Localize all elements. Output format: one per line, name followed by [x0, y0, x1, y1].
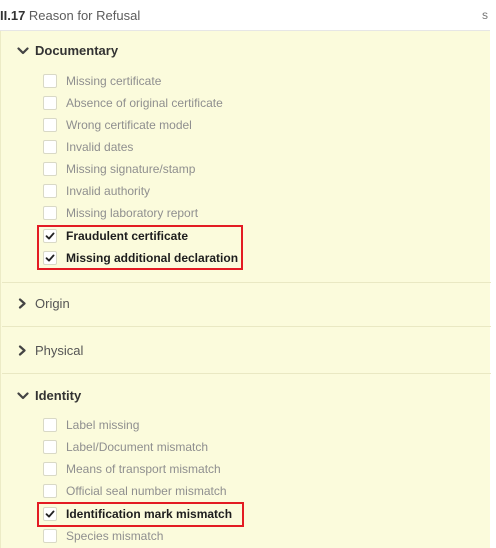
checkbox-label: Label missing: [66, 418, 140, 432]
checkbox-item[interactable]: Means of transport mismatch: [43, 460, 221, 478]
checkbox-item[interactable]: Label/Document mismatch: [43, 438, 208, 456]
checkbox-label: Invalid dates: [66, 140, 134, 154]
section-label: Identity: [35, 388, 82, 403]
chevron-down-icon: [17, 44, 31, 59]
section-header-origin[interactable]: Origin: [17, 296, 70, 312]
highlight-box: [37, 225, 243, 270]
checkbox-label: Means of transport mismatch: [66, 462, 221, 476]
checkbox-label: Species mismatch: [66, 529, 164, 543]
checkbox-label: Absence of original certificate: [66, 96, 223, 110]
chevron-down-icon: [17, 389, 31, 404]
section-label: Documentary: [35, 43, 119, 58]
checkbox-item[interactable]: Missing signature/stamp: [43, 160, 195, 178]
checkbox[interactable]: [43, 440, 57, 454]
reason-for-refusal-form: II.17 Reason for Refusal s Documentary M…: [0, 0, 496, 548]
checkbox[interactable]: [43, 418, 57, 432]
checkbox-item[interactable]: Label missing: [43, 416, 139, 434]
chevron-right-icon: [17, 297, 31, 312]
checkbox-item[interactable]: Missing laboratory report: [43, 204, 198, 222]
checkbox[interactable]: [43, 184, 57, 198]
checkbox-label: Label/Document mismatch: [66, 440, 209, 454]
section-label: Physical: [35, 343, 84, 358]
checkbox[interactable]: [43, 118, 57, 132]
checkbox[interactable]: [43, 462, 57, 476]
checkbox[interactable]: [43, 529, 57, 543]
checkbox-item[interactable]: Species mismatch: [43, 527, 163, 545]
checkbox-item[interactable]: Missing certificate: [43, 72, 161, 90]
header-right-mark: s: [482, 8, 488, 22]
checkbox[interactable]: [43, 206, 57, 220]
checkbox-item[interactable]: Invalid authority: [43, 182, 150, 200]
form-header: II.17 Reason for Refusal s: [0, 0, 490, 31]
checkbox-label: Missing signature/stamp: [66, 162, 196, 176]
section-code: II.17: [0, 8, 26, 23]
section-divider: [2, 282, 491, 283]
checkbox-item[interactable]: Official seal number mismatch: [43, 482, 227, 500]
section-header-identity[interactable]: Identity: [17, 388, 81, 404]
checkbox-label: Missing certificate: [66, 74, 162, 88]
section-divider: [2, 326, 491, 327]
section-header-physical[interactable]: Physical: [17, 343, 83, 359]
checkbox-item[interactable]: Wrong certificate model: [43, 116, 192, 134]
checkbox[interactable]: [43, 140, 57, 154]
checkbox-label: Wrong certificate model: [66, 118, 192, 132]
checkbox[interactable]: [43, 96, 57, 110]
checkbox-item[interactable]: Absence of original certificate: [43, 94, 223, 112]
checkbox-label: Missing laboratory report: [66, 206, 199, 220]
section-header-documentary[interactable]: Documentary: [17, 43, 118, 59]
highlight-box: [37, 502, 244, 527]
checkbox-item[interactable]: Invalid dates: [43, 138, 133, 156]
checkbox[interactable]: [43, 162, 57, 176]
page-title: II.17 Reason for Refusal: [0, 8, 140, 23]
refusal-reasons-panel: Documentary Missing certificate Absence …: [0, 31, 491, 548]
checkbox[interactable]: [43, 484, 57, 498]
section-title: Reason for Refusal: [28, 8, 141, 23]
checkbox-label: Official seal number mismatch: [66, 484, 227, 498]
section-divider: [2, 373, 491, 374]
chevron-right-icon: [17, 344, 31, 359]
checkbox[interactable]: [43, 74, 57, 88]
section-label: Origin: [35, 296, 70, 311]
checkbox-label: Invalid authority: [66, 184, 151, 198]
